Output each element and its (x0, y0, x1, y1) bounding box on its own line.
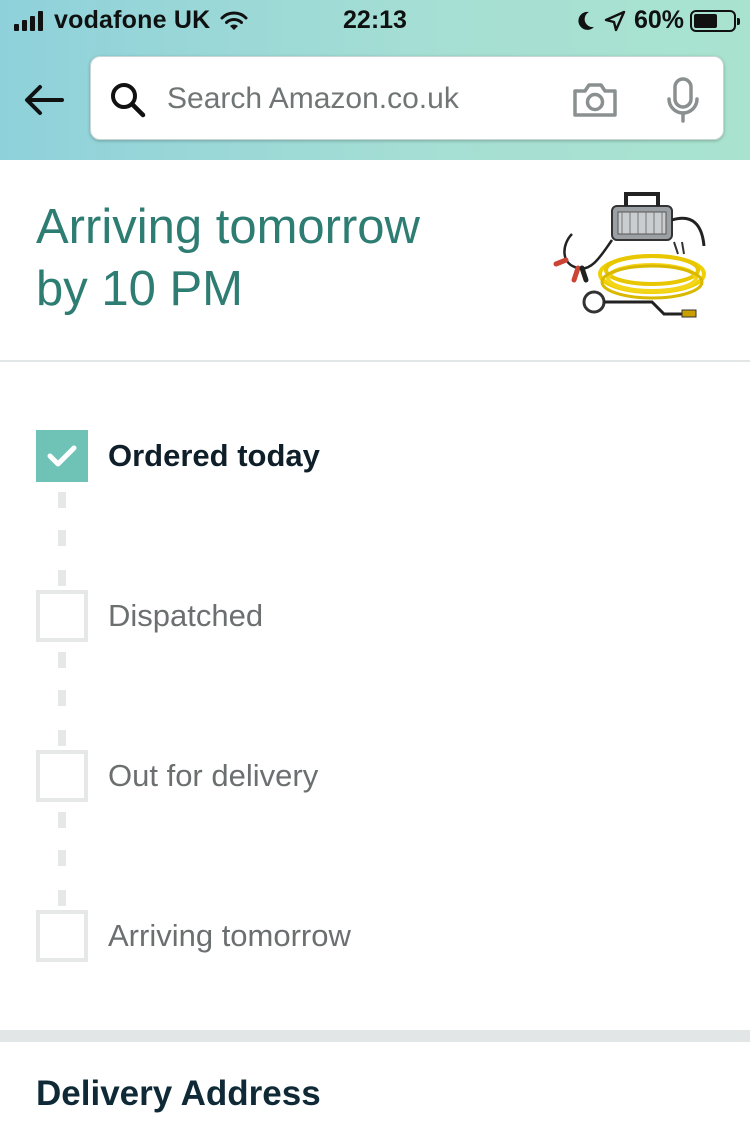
microphone-icon[interactable] (665, 77, 701, 123)
step-label: Dispatched (108, 598, 264, 633)
status-bar: vodafone UK 22:13 60% (0, 0, 750, 42)
moon-icon (578, 11, 594, 30)
status-right: 60% (576, 6, 740, 35)
header-divider (0, 360, 750, 362)
checkmark-icon (47, 445, 77, 467)
step-label: Out for delivery (108, 758, 319, 793)
battery-icon (690, 9, 740, 32)
search-bar[interactable] (90, 56, 724, 140)
app-header: vodafone UK 22:13 60% (0, 0, 750, 160)
step-checkbox (36, 590, 88, 642)
step-checkbox (36, 750, 88, 802)
delivery-address-heading: Delivery Address (36, 1074, 321, 1113)
step-checkbox-checked (36, 430, 88, 482)
product-image[interactable] (552, 184, 712, 324)
location-arrow-icon (604, 10, 626, 31)
tracking-step-dispatched: Dispatched (36, 590, 263, 642)
arrival-line-2: by 10 PM (36, 262, 243, 316)
search-input[interactable] (167, 77, 547, 121)
camera-icon[interactable] (571, 81, 619, 119)
step-connector (58, 482, 66, 590)
battery-percent: 60% (633, 6, 684, 34)
step-connector (58, 642, 66, 750)
step-label: Arriving tomorrow (108, 918, 351, 953)
tracking-step-ordered: Ordered today (36, 430, 320, 482)
back-arrow-icon[interactable] (22, 80, 66, 120)
step-connector (58, 802, 66, 910)
arrival-line-1: Arriving tomorrow (36, 200, 420, 254)
section-divider (0, 1030, 750, 1042)
arrival-heading: Arriving tomorrow by 10 PM (36, 196, 516, 320)
search-icon (111, 83, 146, 118)
step-label: Ordered today (108, 438, 320, 473)
step-checkbox (36, 910, 88, 962)
tracking-step-arriving: Arriving tomorrow (36, 910, 351, 962)
tracking-step-out-for-delivery: Out for delivery (36, 750, 318, 802)
